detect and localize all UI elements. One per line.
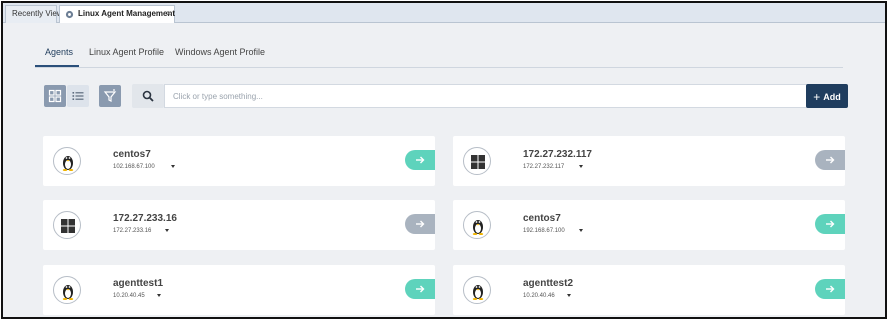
agent-name: 172.27.233.16 — [113, 213, 177, 224]
linux-icon — [463, 211, 491, 239]
arrow-right-icon — [826, 220, 835, 228]
close-icon[interactable]: × — [166, 6, 171, 22]
caret-down-icon[interactable] — [171, 165, 175, 168]
window-tab-linux-agent-management[interactable]: Linux Agent Management × — [59, 5, 175, 23]
linux-icon — [53, 276, 81, 304]
caret-down-icon[interactable] — [567, 294, 571, 297]
tab-linux-agent-profile[interactable]: Linux Agent Profile — [89, 47, 164, 57]
agent-ip: 172.27.233.16 — [113, 228, 152, 234]
open-agent-button[interactable] — [815, 279, 845, 299]
filter-button[interactable] — [99, 85, 121, 107]
caret-down-icon[interactable] — [579, 165, 583, 168]
filter-icon — [103, 89, 117, 102]
linux-icon — [53, 147, 81, 175]
agent-card[interactable]: 172.27.233.16 172.27.233.16 — [43, 200, 435, 250]
grid-view-button[interactable] — [44, 85, 66, 107]
active-tab-indicator — [35, 65, 79, 67]
open-agent-button[interactable] — [815, 150, 845, 170]
agent-card[interactable]: agenttest1 10.20.40.45 — [43, 265, 435, 315]
agent-ip: 10.20.40.45 — [113, 293, 145, 299]
agent-name: agenttest2 — [523, 278, 574, 289]
grid-icon — [48, 89, 62, 103]
page-tabs: Agents Linux Agent Profile Windows Agent… — [35, 41, 843, 68]
open-agent-button[interactable] — [405, 214, 435, 234]
arrow-right-icon — [416, 156, 425, 164]
caret-down-icon[interactable] — [165, 229, 169, 232]
window-tab-recently-view[interactable]: Recently View — [5, 5, 63, 23]
add-button-label: Add — [823, 92, 841, 102]
tab-windows-agent-profile[interactable]: Windows Agent Profile — [175, 47, 265, 57]
agent-card[interactable]: 172.27.232.117 172.27.232.117 — [453, 136, 845, 186]
search-button[interactable] — [132, 84, 164, 108]
agent-ip: 172.27.232.117 — [523, 164, 565, 170]
agent-card[interactable]: centos7 192.168.67.100 — [453, 200, 845, 250]
gear-icon — [65, 10, 74, 19]
agent-card[interactable]: centos7 102.168.67.100 — [43, 136, 435, 186]
agent-name: 172.27.232.117 — [523, 149, 592, 160]
agent-name: agenttest1 — [113, 278, 164, 289]
agent-card[interactable]: agenttest2 10.20.40.46 — [453, 265, 845, 315]
window-tab-strip: Recently View Linux Agent Management × — [3, 3, 885, 23]
linux-icon — [463, 276, 491, 304]
toolbar: +Add — [35, 76, 859, 116]
windows-icon — [463, 147, 491, 175]
arrow-right-icon — [826, 285, 835, 293]
open-agent-button[interactable] — [815, 214, 845, 234]
list-icon — [72, 92, 84, 100]
tab-agents[interactable]: Agents — [45, 47, 73, 57]
agent-ip: 10.20.40.46 — [523, 293, 555, 299]
agent-name: centos7 — [523, 213, 561, 224]
window-tab-label: Recently View — [12, 9, 63, 18]
arrow-right-icon — [416, 220, 425, 228]
caret-down-icon[interactable] — [579, 229, 583, 232]
open-agent-button[interactable] — [405, 279, 435, 299]
search-icon — [142, 90, 154, 102]
search-input[interactable] — [164, 84, 832, 108]
caret-down-icon[interactable] — [157, 294, 161, 297]
arrow-right-icon — [416, 285, 425, 293]
plus-icon: + — [813, 90, 821, 104]
windows-icon — [53, 211, 81, 239]
list-view-button[interactable] — [67, 85, 89, 107]
agent-ip: 102.168.67.100 — [113, 164, 155, 170]
add-button[interactable]: + Add — [806, 84, 848, 108]
open-agent-button[interactable] — [405, 150, 435, 170]
app-window: Recently View Linux Agent Management × A… — [1, 1, 887, 319]
agent-name: centos7 — [113, 149, 151, 160]
agent-ip: 192.168.67.100 — [523, 228, 565, 234]
arrow-right-icon — [826, 156, 835, 164]
window-tab-label: Linux Agent Management — [78, 9, 176, 18]
